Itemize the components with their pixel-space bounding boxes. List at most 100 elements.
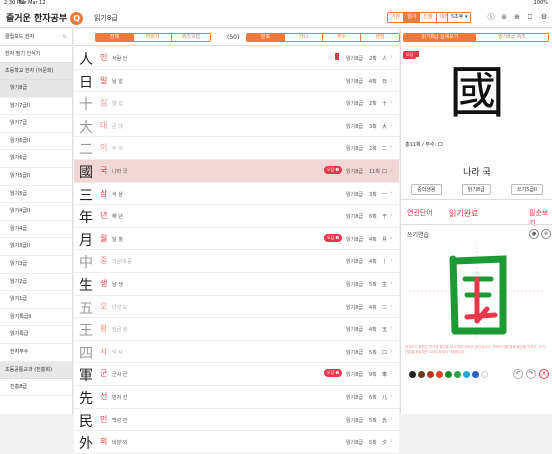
list-item[interactable]: 十십열 십 읽기8급 2획 十 › [74, 92, 399, 115]
sidebar-item[interactable]: 읽기특급II [0, 309, 72, 327]
filter-tab[interactable]: 미읽기 [134, 34, 172, 41]
sort-icon[interactable]: ⊜ [498, 11, 510, 23]
stroke-count: 11획 [369, 168, 380, 175]
gear-icon[interactable]: ⚙ [538, 11, 550, 23]
play-icon[interactable]: ● [529, 229, 539, 239]
list-item[interactable]: 年년 해 년 읽기8급 6획 干 › [74, 205, 399, 228]
level-chip[interactable]: 읽기8급 [461, 184, 491, 195]
related-words-button[interactable]: 연관단어 [407, 208, 433, 218]
sidebar-section-header[interactable]: 초등학교 한자 (어문회) [0, 63, 72, 80]
hanja-meaning: 바깥 외 [112, 440, 128, 447]
bookmark-icon[interactable] [335, 53, 339, 60]
color-swatch[interactable] [418, 371, 425, 378]
sidebar-section-header[interactable]: 초등공통교과 (진흥회) [0, 361, 72, 379]
sidebar-item[interactable]: 읽기4급II [0, 203, 72, 221]
color-swatch[interactable] [472, 371, 479, 378]
divider [401, 224, 552, 225]
sidebar-item-clipboard[interactable]: 클립보드 한자 ↻ [0, 29, 72, 46]
list-item[interactable]: 中 중 가운데 중 읽기8급 4획 丨 › [74, 250, 399, 273]
trash-icon[interactable]: ✕ [539, 369, 549, 379]
color-swatch[interactable] [463, 371, 470, 378]
color-swatch[interactable] [481, 371, 488, 378]
refresh-icon[interactable]: ↻ [63, 29, 67, 46]
undo-icon[interactable]: ↶ [513, 369, 523, 379]
mode-tab[interactable]: 읽기 [404, 13, 421, 22]
sort-tab[interactable]: 부수 [323, 34, 361, 41]
color-swatch[interactable] [427, 371, 434, 378]
hanja-char: 王 [79, 323, 93, 340]
chevron-right-icon: › [390, 391, 393, 400]
list-item[interactable]: 五 오 다섯 오 읽기8급 4획 二 › [74, 295, 399, 319]
sidebar-item-recognizer[interactable]: 한자 필기 인식기 [0, 46, 72, 63]
list-item[interactable]: 四사 넉 사 읽기8급 5획 口 › [74, 340, 399, 364]
sidebar-item[interactable]: 읽기3급II [0, 238, 72, 256]
sidebar-item[interactable]: 읽기1급 [0, 291, 72, 309]
level-icon[interactable]: ⓛ [485, 11, 497, 23]
list-item[interactable]: 王 왕 임금 왕 읽기8급 4획 玉 › [74, 318, 399, 341]
mode-tabs: 기본 읽기 진출 대리 [387, 12, 453, 23]
delay-select[interactable]: 5초후 ▾ [447, 12, 472, 23]
filter-tab[interactable]: 퀴즈오답 [172, 34, 210, 41]
sidebar-item[interactable]: 읽기6급II [0, 133, 72, 151]
stroke-count: 2획 [369, 146, 377, 153]
list-item[interactable]: 月월달 월 오답 ➋ 읽기8급 4획 月 › [74, 227, 399, 251]
level-chip[interactable]: 쓰기5급II [510, 184, 543, 195]
hanja-reading: 군 [100, 369, 108, 379]
level-label: 읽기8급 [346, 78, 363, 85]
list-item[interactable]: 軍 군 군사 군 오답 ➋ 읽기8급 9획 車 › [74, 363, 399, 386]
sidebar-item[interactable]: 읽기5급 [0, 186, 72, 204]
list-item[interactable]: 日일날 일 읽기8급 4획 日 › [74, 69, 399, 93]
level-label: 읽기8급 [346, 349, 363, 356]
sidebar-item[interactable]: 읽기7급 [0, 115, 72, 133]
chevron-right-icon: › [390, 53, 393, 61]
radical: 氏 [382, 417, 388, 424]
sidebar-item[interactable]: 진흥8급 [0, 379, 72, 397]
clear-icon[interactable]: ⊗ [541, 229, 551, 239]
sidebar-item[interactable]: 읽기5급II [0, 168, 72, 186]
list-item[interactable]: 先 선 먼저 선 읽기8급 6획 儿 › [74, 385, 399, 409]
level-chip[interactable]: 중학생용 [411, 184, 442, 195]
sort-tab[interactable]: 가나 [285, 34, 323, 41]
detail-tab[interactable]: 읽기8급 퀴즈 [476, 34, 548, 41]
sidebar-item[interactable]: 읽기6급 [0, 150, 72, 168]
radical: 二 [382, 146, 388, 153]
sidebar-item[interactable]: 읽기8급 [0, 80, 72, 98]
filter-tab[interactable]: 전체 [96, 34, 134, 41]
mode-tab[interactable]: 기본 [388, 13, 405, 22]
sidebar-item[interactable]: 읽기3급 [0, 256, 72, 274]
sort-tab[interactable]: 번호 [247, 34, 285, 41]
color-palette [409, 371, 488, 378]
list-item[interactable]: 生생날 생 읽기8급 5획 生 › [74, 272, 399, 296]
writing-canvas[interactable] [409, 243, 545, 339]
read-complete-button[interactable]: 읽기완료 [449, 208, 478, 219]
sidebar-item[interactable]: 읽기4급 [0, 221, 72, 239]
stroke-order-button[interactable]: 필순보기 [529, 208, 552, 228]
list-item[interactable]: 大대큰 대 읽기8급 3획 大 › [74, 114, 399, 138]
mode-tab[interactable]: 진출 [420, 13, 437, 22]
redo-icon[interactable]: ↷ [526, 369, 536, 379]
detail-tab[interactable]: 읽기8급 상세보기 [404, 34, 476, 41]
stroke-info: 총11획 / 부수: 口 [405, 142, 443, 148]
list-item[interactable]: 外 외 바깥 외 읽기8급 5획 夕 › [74, 431, 399, 454]
list-item[interactable]: 人 인 사람 인 읽기8급 2획 人 › [74, 47, 399, 70]
list-item[interactable]: 國 국 나라 국 오답 ➋ 읽기8급 11획 口 › [74, 159, 399, 183]
practice-note: 한자쓰기 화면은 한자의 필순을 보고 따라 써보는 공간입니다. 따라쓰기를 … [405, 345, 545, 354]
list-item[interactable]: 二이두 이 읽기8급 2획 二 › [74, 137, 399, 160]
color-swatch[interactable] [409, 371, 416, 378]
color-swatch[interactable] [454, 371, 461, 378]
sidebar-item[interactable]: 읽기특급 [0, 326, 72, 344]
sidebar-item[interactable]: 읽기2급 [0, 274, 72, 292]
list-item[interactable]: 民 민 백성 민 읽기8급 5획 氏 › [74, 408, 399, 432]
hanja-meaning: 사람 인 [112, 56, 128, 62]
list-item[interactable]: 三삼 석 삼 읽기8급 3획 一 › [74, 182, 399, 206]
sidebar-item[interactable]: 한자부수 [0, 344, 72, 362]
sidebar-item[interactable]: 읽기7급II [0, 98, 72, 116]
chevron-right-icon: › [390, 278, 393, 287]
sort-tab[interactable]: 랜덤 [361, 34, 399, 41]
color-swatch[interactable] [436, 371, 443, 378]
menu-icon[interactable]: ⊕ [511, 11, 523, 23]
color-swatch[interactable] [445, 371, 452, 378]
hanja-meaning: 큰 대 [112, 123, 123, 130]
hanja-reading: 선 [100, 391, 108, 401]
bookmark-icon[interactable]: ⎕ [524, 11, 536, 23]
